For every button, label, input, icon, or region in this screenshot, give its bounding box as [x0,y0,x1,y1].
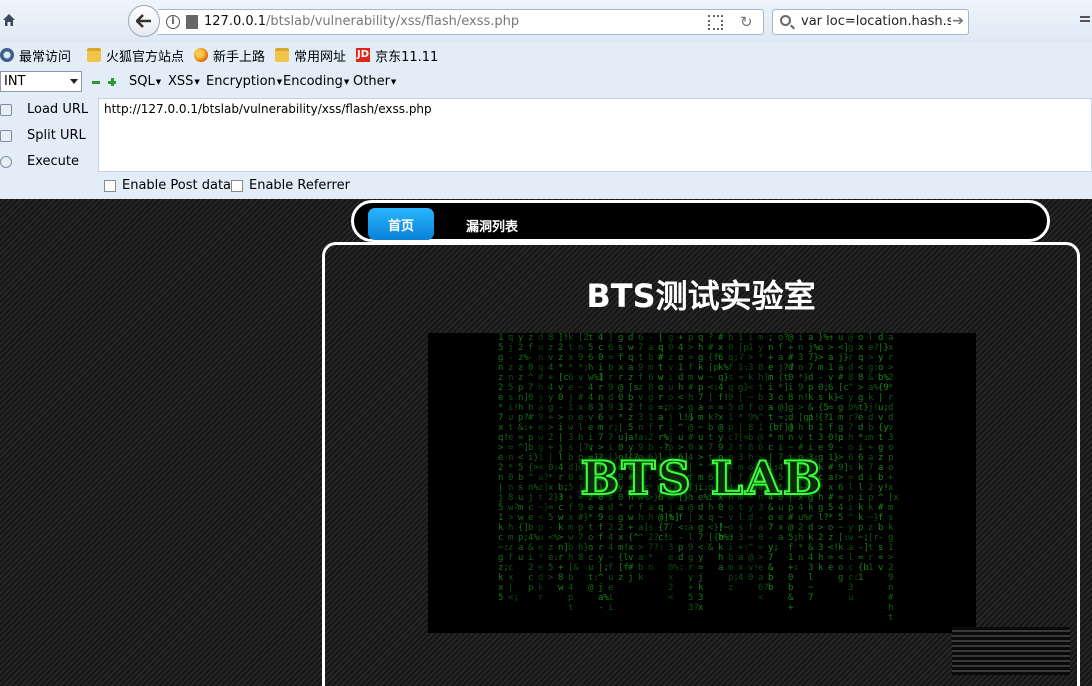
page-title: BTS测试实验室 [586,277,816,315]
bookmark-firefox-site[interactable]: 火狐官方站点 [87,46,184,65]
enable-post-checkbox[interactable]: Enable Post data [104,178,231,193]
menu-label: Other [353,74,390,89]
bookmarks-toolbar: 最常访问 火狐官方站点 新手上路 常用网址 JD 京东11.11 [0,42,1092,68]
checkbox[interactable] [104,179,116,192]
dropdown-arrow-icon: ▼ [390,77,397,86]
menu-sql[interactable]: SQL▼ [129,74,161,89]
split-url-button[interactable]: Split URL [0,128,86,143]
back-arrow-icon [136,14,151,28]
dropdown-arrow-icon: ▼ [276,77,283,86]
navigation-bar: i 127.0.0.1/btslab/vulnerability/xss/fla… [0,0,1092,42]
execute-label: Execute [27,154,79,169]
menu-label: SQL [129,74,155,89]
url-path: /btslab/vulnerability/xss/flash/exss.php [266,14,520,29]
menu-encryption[interactable]: Encryption▼ [206,74,282,89]
browser-chrome: i 127.0.0.1/btslab/vulnerability/xss/fla… [0,0,1092,199]
folder-icon [87,48,102,62]
bookmark-label: 常用网址 [294,49,347,65]
enable-post-label: Enable Post data [122,178,232,193]
address-text[interactable]: 127.0.0.1/btslab/vulnerability/xss/flash… [204,14,519,29]
load-url-label: Load URL [27,102,89,117]
bookmark-most-visited[interactable]: 最常访问 [0,46,71,65]
firefox-icon [194,48,209,62]
chevron-down-icon [70,79,78,84]
menu-encoding[interactable]: Encoding▼ [283,74,349,89]
url-host: 127.0.0.1 [204,14,267,29]
bookmark-common-sites[interactable]: 常用网址 [275,46,346,65]
home-icon[interactable] [2,13,16,27]
split-url-icon [0,129,12,142]
bookmark-getting-started[interactable]: 新手上路 [194,46,265,65]
nav-vulnerability-list[interactable]: 漏洞列表 [466,216,518,235]
decrease-icon[interactable] [92,78,100,86]
reload-icon[interactable]: ↻ [740,13,753,31]
qr-code-icon[interactable] [708,15,723,30]
jd-icon: JD [356,48,371,62]
search-icon [780,15,791,26]
bookmark-label: 新手上路 [213,49,266,65]
page-content: 首页 漏洞列表 BTS测试实验室 15gnz2e*7xq!>e2n|j51kc~… [0,199,1092,686]
main-panel: BTS测试实验室 15gnz2e*7xq!>e2n|j51kc~:gz;kx5 q… [322,242,1080,686]
menu-label: XSS [168,74,194,89]
bookmark-label: 最常访问 [19,49,72,65]
enable-referrer-checkbox[interactable]: Enable Referrer [231,178,350,193]
load-url-icon [0,103,12,116]
execute-button[interactable]: Execute [0,154,79,169]
checkbox[interactable] [231,179,243,192]
address-bar[interactable]: i 127.0.0.1/btslab/vulnerability/xss/fla… [158,9,764,35]
bookmark-label: 火狐官方站点 [106,49,185,65]
page-icon [186,15,198,29]
type-select[interactable]: INT [0,71,82,92]
hackbar-toolbar: INT SQL▼ XSS▼ Encryption▼ Encoding▼ Othe… [0,68,1092,96]
split-url-label: Split URL [27,128,86,143]
back-button[interactable] [128,5,160,37]
decorative-stripes [952,627,1070,675]
menu-label: Encryption [206,74,276,89]
search-bar[interactable]: var loc=location.hash.slice ➔ [772,9,969,35]
increase-icon[interactable] [108,78,116,86]
bookmark-jd[interactable]: JD 京东11.11 [356,46,438,65]
bookmark-label: 京东11.11 [375,49,439,65]
url-textarea[interactable]: http://127.0.0.1/btslab/vulnerability/xs… [98,98,1092,172]
toolbar-menu-icon[interactable] [1078,14,1092,28]
dropdown-arrow-icon: ▼ [194,77,200,86]
site-info-icon[interactable]: i [166,15,180,29]
hackbar-panel: Load URL Split URL Execute http://127.0.… [0,96,1092,199]
search-go-icon[interactable]: ➔ [952,13,964,29]
execute-icon [0,155,12,168]
dropdown-arrow-icon: ▼ [155,77,162,86]
dropdown-arrow-icon: ▼ [343,77,350,86]
enable-referrer-label: Enable Referrer [249,178,350,193]
menu-other[interactable]: Other▼ [353,74,396,89]
search-input[interactable]: var loc=location.hash.slice [801,14,951,29]
load-url-button[interactable]: Load URL [0,102,88,117]
banner-logo: BTS LAB [579,450,824,506]
site-nav: 首页 漏洞列表 [351,200,1050,242]
folder-icon [275,48,290,62]
menu-xss[interactable]: XSS▼ [168,74,200,89]
type-select-value: INT [4,74,26,89]
menu-label: Encoding [283,74,343,89]
gear-icon [0,48,14,62]
bts-lab-banner: 15gnz2e*7xq!>e2n|j51kc~:gz;kx5 qj-zn5si!u… [428,333,976,633]
nav-home[interactable]: 首页 [368,208,434,240]
